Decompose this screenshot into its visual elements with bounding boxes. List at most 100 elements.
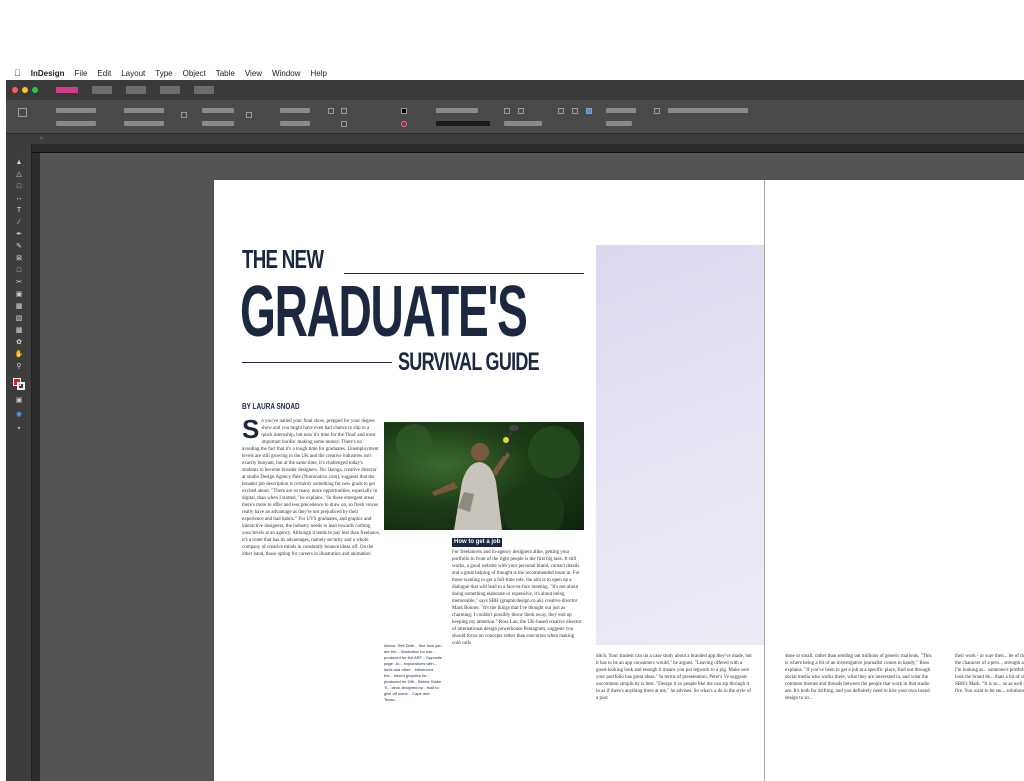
search-icon[interactable] xyxy=(654,108,660,114)
gutter-field[interactable] xyxy=(606,121,632,126)
pencil-tool-icon[interactable]: ✎ xyxy=(14,242,24,250)
body-text-3: ditch. Your student can do a case study … xyxy=(596,654,752,701)
shear-field[interactable] xyxy=(280,121,310,126)
scale-y-field[interactable] xyxy=(202,121,234,126)
minimize-window-button[interactable] xyxy=(22,87,28,93)
body-text-5: their work - or sure their... be of the … xyxy=(955,654,1024,694)
close-tab-icon[interactable]: × xyxy=(40,136,43,142)
zoom-level-dropdown[interactable] xyxy=(92,86,112,94)
drop-cap: S xyxy=(242,418,260,444)
document-tab[interactable]: × xyxy=(6,134,1024,144)
tennis-player-photo[interactable] xyxy=(384,422,584,530)
flip-horizontal-icon[interactable] xyxy=(341,108,347,114)
free-transform-tool-icon[interactable]: ▣ xyxy=(14,290,24,298)
caption-text: Above: Self Defe... See how you are the.… xyxy=(384,643,442,702)
align-right-icon[interactable] xyxy=(586,108,592,114)
direct-selection-tool-icon[interactable]: △ xyxy=(14,170,24,178)
body-text-1: o you've nailed your final show, prepped… xyxy=(242,419,380,557)
stroke-type-dropdown[interactable] xyxy=(436,121,490,126)
rotation-field[interactable] xyxy=(280,108,310,113)
control-panel xyxy=(6,100,1024,134)
apple-icon[interactable]:  xyxy=(14,68,21,78)
horizontal-ruler[interactable] xyxy=(32,144,1024,153)
zoom-window-button[interactable] xyxy=(32,87,38,93)
width-field[interactable] xyxy=(124,108,164,113)
type-tool-icon[interactable]: T xyxy=(14,206,24,214)
stroke-swatch-icon[interactable] xyxy=(17,382,25,390)
note-tool-icon[interactable]: ▩ xyxy=(14,326,24,334)
headline-line-1[interactable]: THE NEW xyxy=(242,244,324,275)
lock-scale-icon[interactable] xyxy=(246,112,252,118)
pen-tool-icon[interactable]: ✒ xyxy=(14,230,24,238)
menu-window[interactable]: Window xyxy=(272,69,300,78)
gradient-feather-tool-icon[interactable]: ▧ xyxy=(14,314,24,322)
hand-tool-icon[interactable]: ✋ xyxy=(14,350,24,358)
constrain-proportions-icon[interactable] xyxy=(181,112,187,118)
section-subhead: How to get a job xyxy=(452,538,503,547)
pasteboard[interactable]: THE NEW GRADUATE'S SURVIVAL GUIDE BY LAU… xyxy=(40,153,1024,781)
align-center-icon[interactable] xyxy=(572,108,578,114)
x-position-field[interactable] xyxy=(56,108,96,113)
body-text-2: For freelancers and in-agency designers … xyxy=(452,550,582,646)
headline-line-3[interactable]: SURVIVAL GUIDE xyxy=(398,348,540,377)
scissors-tool-icon[interactable]: ✂ xyxy=(14,278,24,286)
column-field[interactable] xyxy=(606,108,636,113)
line-tool-icon[interactable]: ∕ xyxy=(14,218,24,226)
body-text-column-2[interactable]: How to get a job For freelancers and in-… xyxy=(452,538,584,781)
gap-tool-icon[interactable]: ↔ xyxy=(14,194,24,202)
byline[interactable]: BY LAURA SNOAD xyxy=(242,402,300,411)
normal-view-icon[interactable]: ▣ xyxy=(14,396,24,404)
selection-tool-icon[interactable]: ▲ xyxy=(14,158,24,166)
fill-swatch[interactable] xyxy=(401,108,407,114)
height-field[interactable] xyxy=(124,121,164,126)
gradient-tool-icon[interactable]: ▦ xyxy=(14,302,24,310)
y-position-field[interactable] xyxy=(56,121,96,126)
preview-mode-icon[interactable]: ▪ xyxy=(14,424,24,432)
view-options-button[interactable] xyxy=(126,86,146,94)
menu-layout[interactable]: Layout xyxy=(121,69,145,78)
zoom-tool-icon[interactable]: ⚲ xyxy=(14,362,24,370)
rotate-icon[interactable] xyxy=(328,108,334,114)
screen-mode-button[interactable] xyxy=(160,86,180,94)
caption-column[interactable]: Above: Self Defe... See how you are the.… xyxy=(384,643,442,781)
page-tool-icon[interactable]: □ xyxy=(14,182,24,190)
menu-object[interactable]: Object xyxy=(183,69,206,78)
body-text-column-5[interactable]: their work - or sure their... be of the … xyxy=(955,653,1024,781)
stroke-weight-field[interactable] xyxy=(436,108,478,113)
menu-bar:  InDesign File Edit Layout Type Object … xyxy=(0,66,1024,80)
opacity-field[interactable] xyxy=(504,121,542,126)
arrange-documents-button[interactable] xyxy=(194,86,214,94)
headline-line-2[interactable]: GRADUATE'S xyxy=(240,272,528,352)
menu-type[interactable]: Type xyxy=(155,69,172,78)
stroke-swatch[interactable] xyxy=(401,121,407,127)
left-page[interactable]: THE NEW GRADUATE'S SURVIVAL GUIDE BY LAU… xyxy=(214,180,1024,781)
screen-mode-icon[interactable]: ◉ xyxy=(14,410,24,418)
menu-app-name[interactable]: InDesign xyxy=(31,69,65,78)
scale-x-field[interactable] xyxy=(202,108,234,113)
rectangle-frame-tool-icon[interactable]: ⊠ xyxy=(14,254,24,262)
reference-point-icon[interactable] xyxy=(18,108,27,117)
tools-panel: ▲ △ □ ↔ T ∕ ✒ ✎ ⊠ □ ✂ ▣ ▦ ▧ ▩ ✿ ✋ ⚲ ▣ ◉ … xyxy=(6,144,32,781)
menu-file[interactable]: File xyxy=(75,69,88,78)
close-window-button[interactable] xyxy=(12,87,18,93)
flip-vertical-icon[interactable] xyxy=(341,121,347,127)
tennis-player-image xyxy=(396,424,580,530)
menu-help[interactable]: Help xyxy=(311,69,327,78)
menu-table[interactable]: Table xyxy=(216,69,235,78)
effects-icon[interactable] xyxy=(518,108,524,114)
vertical-ruler[interactable] xyxy=(32,153,40,781)
body-text-column-3[interactable]: ditch. Your student can do a case study … xyxy=(596,653,752,781)
menu-edit[interactable]: Edit xyxy=(97,69,111,78)
fill-stroke-swatches[interactable] xyxy=(13,378,25,390)
body-text-column-4[interactable]: done or small, rather than sending out m… xyxy=(785,653,935,781)
eyedropper-tool-icon[interactable]: ✿ xyxy=(14,338,24,346)
right-page[interactable]: done or small, rather than sending out m… xyxy=(765,180,1024,781)
text-wrap-icon[interactable] xyxy=(504,108,510,114)
app-logo-icon xyxy=(56,87,78,93)
align-left-icon[interactable] xyxy=(558,108,564,114)
rectangle-tool-icon[interactable]: □ xyxy=(14,266,24,274)
object-style-dropdown[interactable] xyxy=(668,108,748,113)
menu-view[interactable]: View xyxy=(245,69,262,78)
indesign-window: × ▲ △ □ ↔ T ∕ ✒ ✎ ⊠ □ ✂ ▣ ▦ ▧ ▩ ✿ ✋ ⚲ ▣ … xyxy=(6,80,1024,781)
body-text-column-1[interactable]: So you've nailed your final show, preppe… xyxy=(242,418,380,781)
